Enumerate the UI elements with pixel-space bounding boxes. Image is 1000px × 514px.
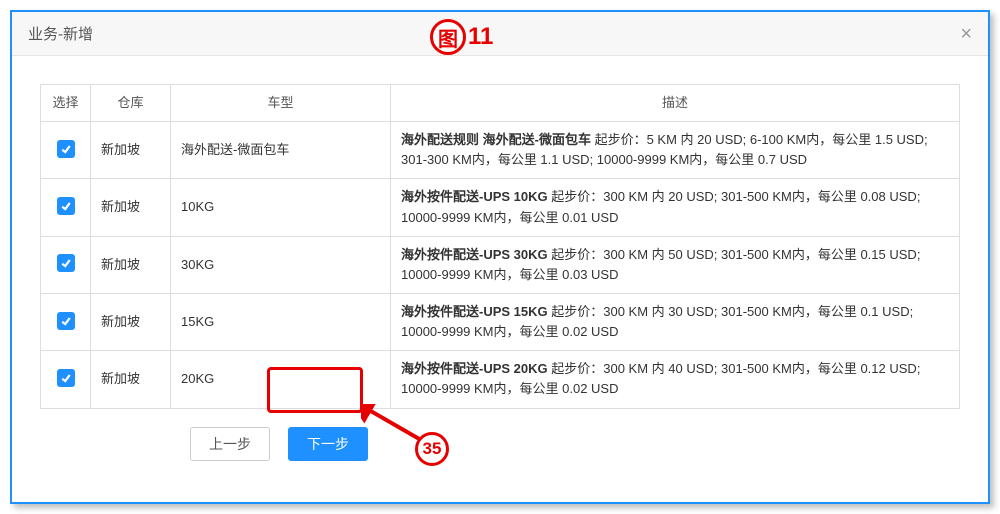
dialog-title: 业务-新增 (28, 23, 93, 44)
cell-vehicle: 10KG (171, 179, 391, 236)
col-vehicle: 车型 (171, 85, 391, 122)
next-button[interactable]: 下一步 (288, 427, 368, 461)
table-header-row: 选择 仓库 车型 描述 (41, 85, 960, 122)
table-row: 新加坡海外配送-微面包车海外配送规则 海外配送-微面包车 起步价：5 KM 内 … (41, 122, 960, 179)
cell-vehicle: 30KG (171, 236, 391, 293)
col-warehouse: 仓库 (91, 85, 171, 122)
row-checkbox[interactable] (57, 254, 75, 272)
prev-button[interactable]: 上一步 (190, 427, 270, 461)
dialog-frame: 业务-新增 × 选择 仓库 车型 描述 新加坡海外配送-微面包车海外配送规则 海… (10, 10, 990, 504)
dialog-body: 选择 仓库 车型 描述 新加坡海外配送-微面包车海外配送规则 海外配送-微面包车… (12, 56, 988, 471)
cell-warehouse: 新加坡 (91, 179, 171, 236)
cell-vehicle: 15KG (171, 293, 391, 350)
table-row: 新加坡10KG海外按件配送-UPS 10KG 起步价：300 KM 内 20 U… (41, 179, 960, 236)
cell-desc: 海外按件配送-UPS 20KG 起步价：300 KM 内 40 USD; 301… (391, 351, 960, 408)
table-row: 新加坡20KG海外按件配送-UPS 20KG 起步价：300 KM 内 40 U… (41, 351, 960, 408)
options-table: 选择 仓库 车型 描述 新加坡海外配送-微面包车海外配送规则 海外配送-微面包车… (40, 84, 960, 409)
cell-desc: 海外按件配送-UPS 10KG 起步价：300 KM 内 20 USD; 301… (391, 179, 960, 236)
button-row: 上一步 下一步 (40, 427, 960, 461)
col-desc: 描述 (391, 85, 960, 122)
row-checkbox[interactable] (57, 369, 75, 387)
row-checkbox[interactable] (57, 197, 75, 215)
table-row: 新加坡30KG海外按件配送-UPS 30KG 起步价：300 KM 内 50 U… (41, 236, 960, 293)
cell-warehouse: 新加坡 (91, 236, 171, 293)
row-checkbox[interactable] (57, 312, 75, 330)
cell-desc: 海外按件配送-UPS 15KG 起步价：300 KM 内 30 USD; 301… (391, 293, 960, 350)
cell-warehouse: 新加坡 (91, 293, 171, 350)
close-icon[interactable]: × (960, 24, 972, 44)
dialog-header: 业务-新增 × (12, 12, 988, 56)
cell-warehouse: 新加坡 (91, 351, 171, 408)
table-row: 新加坡15KG海外按件配送-UPS 15KG 起步价：300 KM 内 30 U… (41, 293, 960, 350)
col-select: 选择 (41, 85, 91, 122)
cell-vehicle: 20KG (171, 351, 391, 408)
row-checkbox[interactable] (57, 140, 75, 158)
cell-warehouse: 新加坡 (91, 122, 171, 179)
cell-desc: 海外按件配送-UPS 30KG 起步价：300 KM 内 50 USD; 301… (391, 236, 960, 293)
cell-vehicle: 海外配送-微面包车 (171, 122, 391, 179)
cell-desc: 海外配送规则 海外配送-微面包车 起步价：5 KM 内 20 USD; 6-10… (391, 122, 960, 179)
